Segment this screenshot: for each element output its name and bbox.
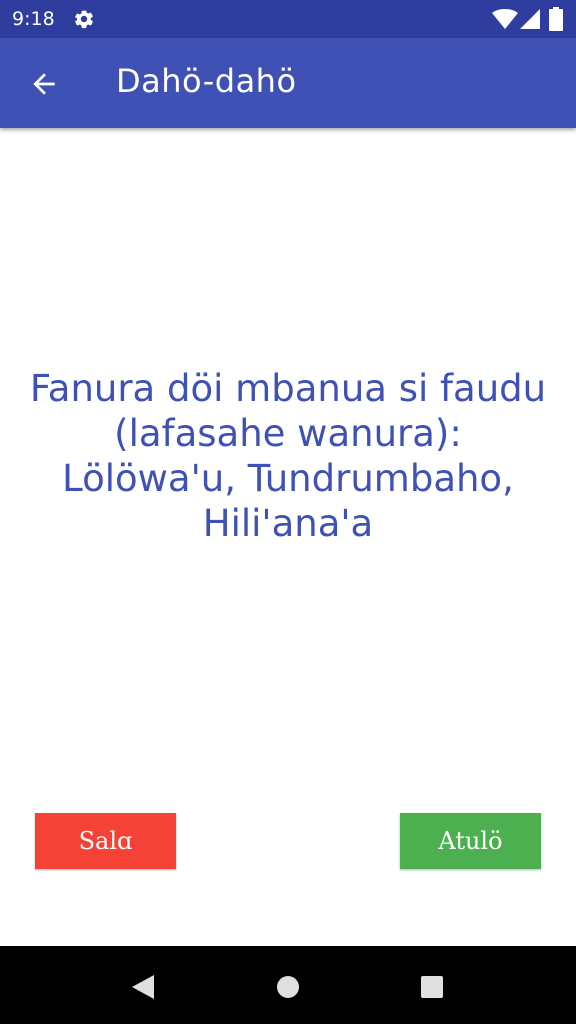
cell-signal-icon (520, 9, 540, 29)
battery-icon (549, 7, 563, 31)
question-text: Fanura döi mbanua si faudu (lafasahe wan… (29, 367, 547, 545)
nav-recents-icon[interactable] (420, 975, 444, 999)
nav-back-icon[interactable] (130, 973, 156, 1001)
navigation-bar (0, 946, 576, 1024)
page-title: Dahö-dahö (116, 62, 297, 100)
status-bar: 9:18 (0, 0, 576, 38)
app-bar: Dahö-dahö (0, 38, 576, 128)
arrow-back-icon[interactable] (28, 68, 60, 100)
status-time: 9:18 (12, 8, 55, 30)
gear-icon (75, 10, 93, 29)
true-button[interactable]: Atulö (400, 813, 541, 869)
wifi-icon (492, 9, 518, 29)
nav-home-icon[interactable] (276, 975, 300, 999)
false-button[interactable]: Salɑ (35, 813, 176, 869)
